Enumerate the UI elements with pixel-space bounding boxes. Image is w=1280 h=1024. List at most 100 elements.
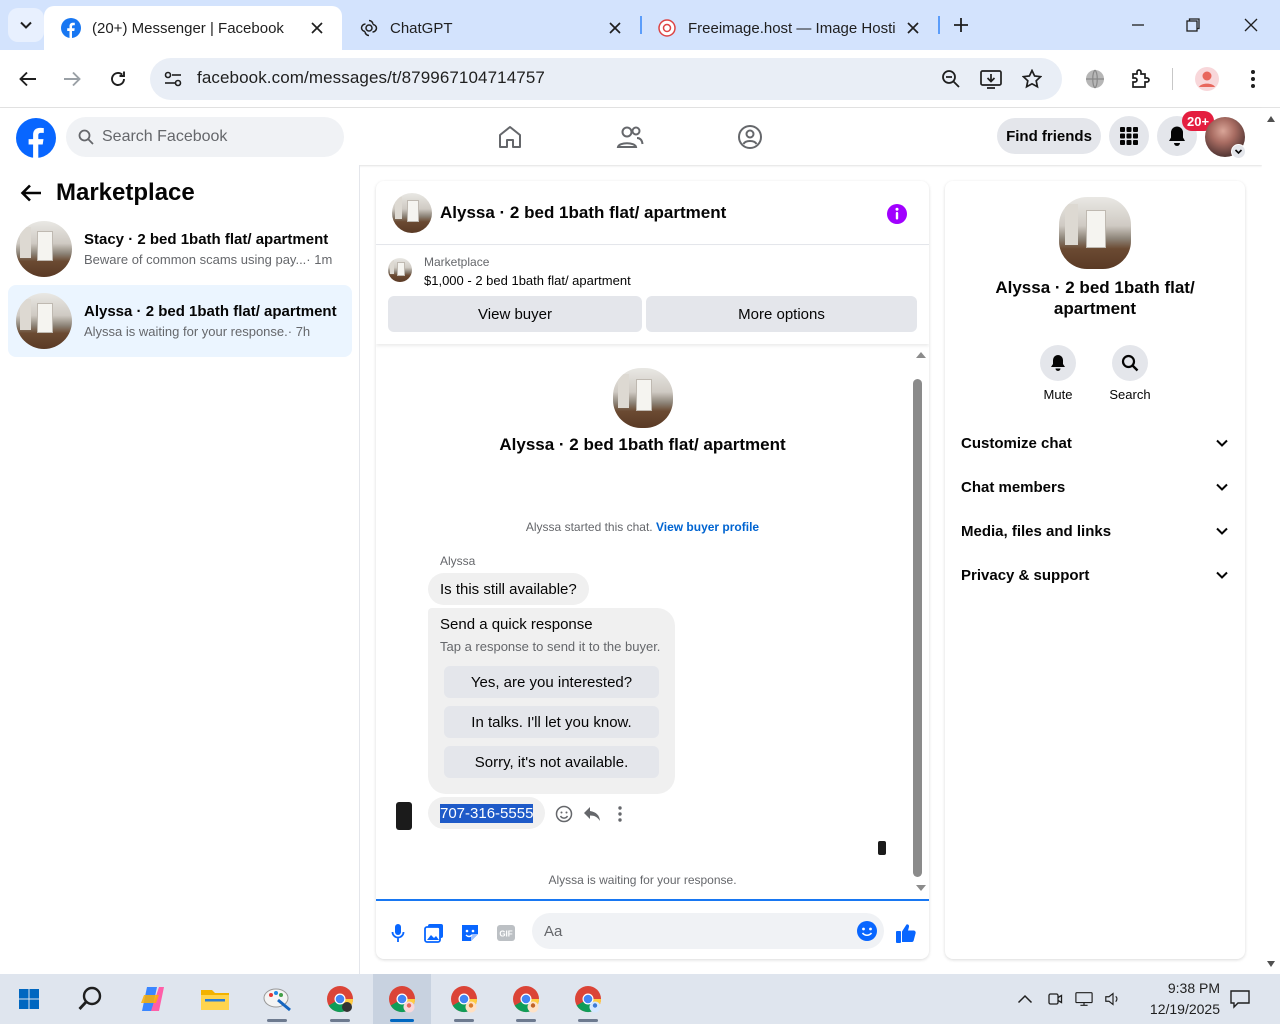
tab-chatgpt[interactable]: ChatGPT (342, 6, 640, 50)
close-icon (1244, 18, 1258, 32)
menu-button[interactable] (1109, 116, 1149, 156)
arrow-left-icon (19, 71, 36, 87)
facebook-logo-icon[interactable] (16, 118, 56, 158)
extensions-puzzle-icon[interactable] (1128, 66, 1154, 92)
listing-price-title[interactable]: $1,000 - 2 bed 1bath flat/ apartment (424, 273, 631, 288)
conversation-name: Stacy · 2 bed 1bath flat/ apartment (84, 231, 329, 248)
close-tab-icon[interactable] (306, 17, 328, 39)
back-arrow-icon[interactable] (20, 183, 42, 203)
back-button[interactable] (14, 65, 42, 93)
send-like-button[interactable] (894, 921, 918, 945)
arrow-right-icon (64, 71, 81, 87)
start-button[interactable] (0, 974, 58, 1024)
view-buyer-profile-link[interactable]: View buyer profile (656, 520, 759, 534)
extension-globe-icon[interactable] (1082, 66, 1108, 92)
browser-profile-icon[interactable] (1194, 66, 1220, 92)
reload-button[interactable] (104, 65, 132, 93)
scroll-down-arrow-icon[interactable] (1266, 960, 1276, 968)
more-options-button[interactable]: More options (646, 296, 917, 332)
message-bubble-phone[interactable]: 707-316-5555 (428, 797, 546, 829)
copilot-icon (141, 987, 164, 1011)
url-text[interactable]: facebook.com/messages/t/879967104714757 (197, 68, 545, 88)
page-scrollbar[interactable] (1262, 108, 1280, 974)
chrome-icon (513, 986, 540, 1013)
address-bar[interactable]: facebook.com/messages/t/879967104714757 (150, 58, 1062, 100)
tab-messenger[interactable]: (20+) Messenger | Facebook (44, 6, 342, 50)
system-clock[interactable]: 9:38 PM 12/19/2025 (1124, 978, 1220, 1020)
message-textbox[interactable] (544, 922, 844, 940)
conversation-item[interactable]: Stacy · 2 bed 1bath flat/ apartment Bewa… (8, 213, 352, 285)
info-button[interactable] (885, 202, 909, 226)
customize-chat-section[interactable]: Customize chat (961, 425, 1229, 461)
more-message-actions[interactable] (610, 804, 630, 824)
quick-response-option[interactable]: Yes, are you interested? (444, 666, 659, 698)
listing-thumbnail (388, 258, 412, 282)
scroll-up-arrow-icon[interactable] (915, 351, 927, 359)
gif-icon: GIF (497, 925, 515, 941)
scroll-up-arrow-icon[interactable] (1266, 115, 1276, 123)
chrome-app[interactable] (311, 974, 369, 1024)
account-menu-caret[interactable] (1231, 144, 1246, 159)
close-window-button[interactable] (1238, 12, 1264, 38)
chrome-app[interactable] (497, 974, 555, 1024)
browser-menu-icon[interactable] (1240, 66, 1266, 92)
network-tray[interactable] (1075, 990, 1093, 1008)
home-nav[interactable] (493, 120, 527, 154)
facebook-search[interactable] (66, 117, 344, 157)
marketplace-header: Marketplace (20, 179, 195, 207)
voice-clip-button[interactable] (386, 921, 410, 945)
conversation-item-active[interactable]: Alyssa · 2 bed 1bath flat/ apartment Aly… (8, 285, 352, 357)
volume-tray[interactable] (1104, 990, 1122, 1008)
attach-photo-button[interactable] (422, 921, 446, 945)
find-friends-button[interactable]: Find friends (997, 118, 1101, 154)
tab-freeimage[interactable]: Freeimage.host — Image Hostin (640, 6, 938, 50)
tray-app-icon[interactable] (1046, 990, 1064, 1008)
pinned-app[interactable] (248, 974, 306, 1024)
search-icon (78, 129, 94, 145)
file-explorer-app[interactable] (186, 974, 244, 1024)
chat-title[interactable]: Alyssa · 2 bed 1bath flat/ apartment (440, 203, 726, 223)
copilot-app[interactable] (124, 974, 182, 1024)
scroll-down-arrow-icon[interactable] (915, 884, 927, 892)
chat-members-section[interactable]: Chat members (961, 469, 1229, 505)
message-input[interactable] (532, 913, 884, 949)
media-files-links-section[interactable]: Media, files and links (961, 513, 1229, 549)
forward-button[interactable] (58, 65, 86, 93)
privacy-support-section[interactable]: Privacy & support (961, 557, 1229, 593)
mute-action[interactable]: Mute (1028, 345, 1088, 402)
taskbar-search-button[interactable] (61, 974, 119, 1024)
search-in-chat-action[interactable]: Search (1100, 345, 1160, 402)
restore-window-button[interactable] (1180, 12, 1206, 38)
view-buyer-button[interactable]: View buyer (388, 296, 642, 332)
sender-avatar[interactable] (396, 802, 412, 830)
quick-response-option[interactable]: Sorry, it's not available. (444, 746, 659, 778)
search-icon (1121, 354, 1139, 372)
groups-nav[interactable] (733, 120, 767, 154)
quick-response-option[interactable]: In talks. I'll let you know. (444, 706, 659, 738)
chat-scroll-thumb[interactable] (913, 379, 922, 877)
install-app-icon[interactable] (980, 68, 1002, 90)
notification-center[interactable] (1229, 988, 1251, 1010)
search-input[interactable] (102, 128, 322, 146)
chrome-app[interactable] (559, 974, 617, 1024)
selected-phone-text[interactable]: 707-316-5555 (440, 803, 534, 823)
minimize-window-button[interactable] (1125, 12, 1151, 38)
chrome-app-active[interactable] (373, 974, 431, 1024)
chrome-app[interactable] (435, 974, 493, 1024)
sticker-button[interactable] (458, 921, 482, 945)
gif-button[interactable]: GIF (494, 921, 518, 945)
site-controls-icon[interactable] (162, 68, 184, 90)
close-tab-icon[interactable] (902, 17, 924, 39)
friends-nav[interactable] (613, 120, 647, 154)
new-tab-button[interactable] (948, 12, 974, 38)
emoji-icon[interactable] (856, 920, 878, 942)
react-button[interactable] (554, 804, 574, 824)
reply-button[interactable] (582, 804, 602, 824)
bookmark-star-icon[interactable] (1021, 68, 1043, 90)
zoom-icon[interactable] (940, 68, 962, 90)
quick-response-subtitle: Tap a response to send it to the buyer. (440, 639, 661, 654)
tab-search-button[interactable] (8, 8, 44, 42)
chat-avatar[interactable] (392, 193, 432, 233)
show-hidden-icons[interactable] (1016, 990, 1034, 1008)
close-tab-icon[interactable] (604, 17, 626, 39)
